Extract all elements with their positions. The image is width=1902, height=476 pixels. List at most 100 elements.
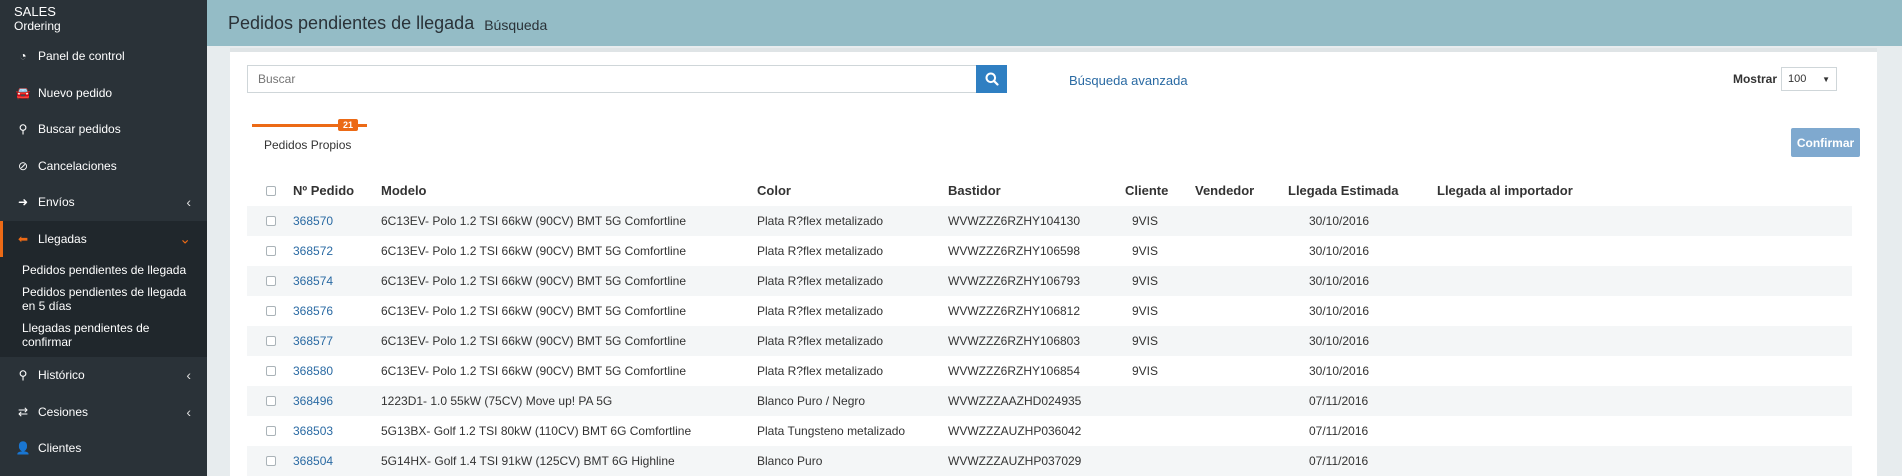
cell-modelo: 6C13EV- Polo 1.2 TSI 66kW (90CV) BMT 5G … bbox=[381, 214, 687, 228]
order-number-link[interactable]: 368496 bbox=[293, 386, 333, 416]
order-number-link[interactable]: 368577 bbox=[293, 326, 333, 356]
row-checkbox[interactable] bbox=[266, 306, 276, 316]
cell-llegada-estimada: 30/10/2016 bbox=[1309, 244, 1370, 258]
confirm-button[interactable]: Confirmar bbox=[1791, 128, 1860, 157]
search-icon bbox=[985, 72, 999, 86]
column-header-bastidor[interactable]: Bastidor bbox=[948, 176, 1001, 206]
chevron-down-icon: ⌄ bbox=[179, 230, 191, 247]
cell-llegada-estimada: 30/10/2016 bbox=[1309, 364, 1370, 378]
cell-cliente: 9VIS bbox=[1132, 274, 1159, 288]
row-checkbox[interactable] bbox=[266, 366, 276, 376]
sidebar-item-historico[interactable]: ⚲ Histórico ‹ bbox=[0, 357, 207, 394]
cell-modelo: 5G13BX- Golf 1.2 TSI 80kW (110CV) BMT 6G… bbox=[381, 424, 692, 438]
table-row: 368577 6C13EV- Polo 1.2 TSI 66kW (90CV) B… bbox=[247, 326, 1852, 356]
select-all-checkbox[interactable] bbox=[266, 186, 276, 196]
sidebar-item-label: Cancelaciones bbox=[38, 158, 117, 173]
row-checkbox[interactable] bbox=[266, 276, 276, 286]
cell-color: Plata R?flex metalizado bbox=[757, 304, 884, 318]
cell-bastidor: WVWZZZAUZHP037029 bbox=[948, 454, 1082, 468]
page-size-value: 100 bbox=[1788, 73, 1807, 85]
cell-color: Plata R?flex metalizado bbox=[757, 274, 884, 288]
cell-llegada-estimada: 07/11/2016 bbox=[1309, 394, 1369, 408]
sidebar: SALES Ordering ◔ Panel de control 🚘 Nuev… bbox=[0, 0, 207, 476]
search-input[interactable] bbox=[248, 66, 976, 92]
exchange-icon: ⇄ bbox=[17, 404, 29, 419]
cell-color: Plata R?flex metalizado bbox=[757, 214, 884, 228]
order-number-link[interactable]: 368572 bbox=[293, 236, 333, 266]
sidebar-item-nuevo-pedido[interactable]: 🚘 Nuevo pedido bbox=[0, 75, 207, 112]
cell-bastidor: WVWZZZ6RZHY106854 bbox=[948, 364, 1081, 378]
column-header-modelo[interactable]: Modelo bbox=[381, 176, 427, 206]
column-header-cliente[interactable]: Cliente bbox=[1125, 176, 1168, 206]
cell-llegada-estimada: 30/10/2016 bbox=[1309, 274, 1370, 288]
row-checkbox[interactable] bbox=[266, 456, 276, 466]
row-checkbox[interactable] bbox=[266, 336, 276, 346]
column-header-vendedor[interactable]: Vendedor bbox=[1195, 176, 1254, 206]
sidebar-item-label: Panel de control bbox=[38, 49, 125, 64]
tab-label: Pedidos Propios bbox=[264, 138, 352, 152]
cell-llegada-estimada: 07/11/2016 bbox=[1309, 424, 1369, 438]
cell-color: Plata R?flex metalizado bbox=[757, 334, 884, 348]
row-checkbox[interactable] bbox=[266, 246, 276, 256]
main-panel: Búsqueda avanzada Mostrar 100 ▼ 21 Pedid… bbox=[230, 48, 1877, 476]
cell-modelo: 6C13EV- Polo 1.2 TSI 66kW (90CV) BMT 5G … bbox=[381, 304, 687, 318]
submenu-item-pendientes-5-dias[interactable]: Pedidos pendientes de llegada en 5 días bbox=[0, 281, 207, 317]
column-header-llegada-estimada[interactable]: Llegada Estimada bbox=[1288, 176, 1399, 206]
order-number-link[interactable]: 368570 bbox=[293, 206, 333, 236]
table-row: 368496 1223D1- 1.0 55kW (75CV) Move up! P… bbox=[247, 386, 1852, 416]
order-number-link[interactable]: 368504 bbox=[293, 446, 333, 476]
ban-icon: ⊘ bbox=[17, 158, 29, 173]
sidebar-item-clientes[interactable]: 👤 Clientes bbox=[0, 430, 207, 467]
cell-llegada-estimada: 07/11/2016 bbox=[1309, 454, 1369, 468]
sidebar-item-label: Histórico bbox=[38, 368, 85, 383]
search-bar bbox=[247, 65, 1007, 93]
table-row: 368503 5G13BX- Golf 1.2 TSI 80kW (110CV) … bbox=[247, 416, 1852, 446]
chevron-left-icon: ‹ bbox=[186, 367, 191, 384]
app-name: SALES bbox=[14, 4, 56, 19]
table-row: 368574 6C13EV- Polo 1.2 TSI 66kW (90CV) B… bbox=[247, 266, 1852, 296]
cell-modelo: 6C13EV- Polo 1.2 TSI 66kW (90CV) BMT 5G … bbox=[381, 244, 687, 258]
cell-cliente: 9VIS bbox=[1132, 304, 1159, 318]
cell-bastidor: WVWZZZ6RZHY104130 bbox=[948, 214, 1081, 228]
cell-modelo: 6C13EV- Polo 1.2 TSI 66kW (90CV) BMT 5G … bbox=[381, 274, 687, 288]
sidebar-item-cesiones[interactable]: ⇄ Cesiones ‹ bbox=[0, 394, 207, 431]
order-number-link[interactable]: 368576 bbox=[293, 296, 333, 326]
cell-llegada-estimada: 30/10/2016 bbox=[1309, 214, 1370, 228]
arrow-right-icon: ➜ bbox=[17, 195, 29, 210]
cell-modelo: 5G14HX- Golf 1.4 TSI 91kW (125CV) BMT 6G… bbox=[381, 454, 675, 468]
column-header-color[interactable]: Color bbox=[757, 176, 791, 206]
cell-cliente: 9VIS bbox=[1132, 214, 1159, 228]
page-header: Pedidos pendientes de llegada Búsqueda bbox=[207, 0, 1902, 46]
table-header-row: Nº Pedido Modelo Color Bastidor Cliente … bbox=[247, 176, 1852, 206]
row-checkbox[interactable] bbox=[266, 396, 276, 406]
cell-color: Blanco Puro / Negro bbox=[757, 394, 866, 408]
table-row: 368580 6C13EV- Polo 1.2 TSI 66kW (90CV) B… bbox=[247, 356, 1852, 386]
sidebar-item-envios[interactable]: ➜ Envíos ‹ bbox=[0, 184, 207, 221]
order-number-link[interactable]: 368574 bbox=[293, 266, 333, 296]
column-header-llegada-importador[interactable]: Llegada al importador bbox=[1437, 176, 1573, 206]
page-size-select[interactable]: 100 ▼ bbox=[1781, 67, 1837, 91]
user-icon: 👤 bbox=[15, 441, 31, 456]
advanced-search-link[interactable]: Búsqueda avanzada bbox=[1069, 73, 1188, 88]
row-checkbox[interactable] bbox=[266, 216, 276, 226]
submenu-item-pendientes[interactable]: Pedidos pendientes de llegada bbox=[0, 259, 207, 281]
submenu-item-pendientes-confirmar[interactable]: Llegadas pendientes de confirmar bbox=[0, 317, 207, 353]
search-button[interactable] bbox=[976, 65, 1007, 93]
order-number-link[interactable]: 368503 bbox=[293, 416, 333, 446]
sidebar-item-label: Clientes bbox=[38, 441, 82, 456]
cell-bastidor: WVWZZZAAZHD024935 bbox=[948, 394, 1082, 408]
sidebar-item-label: Buscar pedidos bbox=[38, 122, 121, 137]
cell-color: Plata R?flex metalizado bbox=[757, 244, 884, 258]
tab-pedidos-propios[interactable]: 21 Pedidos Propios bbox=[252, 119, 367, 154]
table-row: 368572 6C13EV- Polo 1.2 TSI 66kW (90CV) B… bbox=[247, 236, 1852, 266]
column-header-no-pedido[interactable]: Nº Pedido bbox=[293, 176, 354, 206]
sidebar-item-buscar-pedidos[interactable]: ⚲ Buscar pedidos bbox=[0, 111, 207, 148]
row-checkbox[interactable] bbox=[266, 426, 276, 436]
sidebar-item-label: Cesiones bbox=[38, 404, 89, 419]
table-row: 368504 5G14HX- Golf 1.4 TSI 91kW (125CV) … bbox=[247, 446, 1852, 476]
arrow-left-icon: ⬅ bbox=[17, 231, 29, 246]
sidebar-item-cancelaciones[interactable]: ⊘ Cancelaciones bbox=[0, 148, 207, 185]
sidebar-item-panel-de-control[interactable]: ◔ Panel de control bbox=[0, 38, 207, 75]
order-number-link[interactable]: 368580 bbox=[293, 356, 333, 386]
sidebar-item-llegadas[interactable]: ⬅ Llegadas ⌄ bbox=[0, 220, 207, 257]
